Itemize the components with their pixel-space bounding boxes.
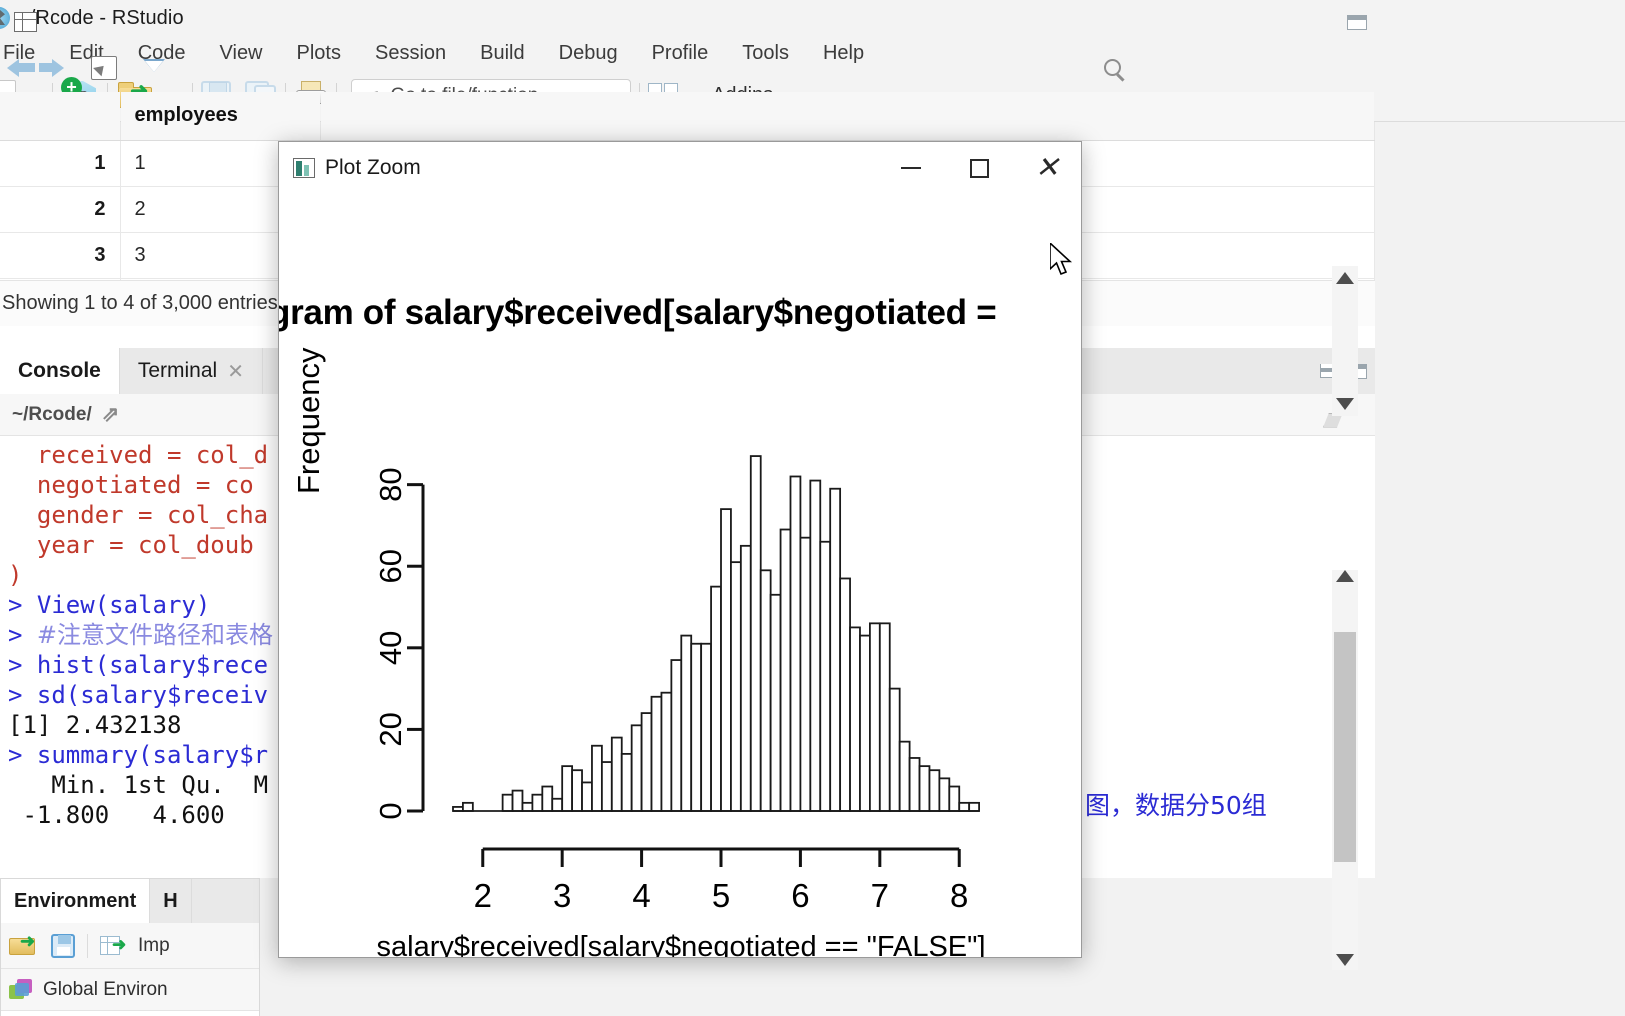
global-environment-label: Global Environ bbox=[43, 978, 168, 1000]
filter-funnel-icon[interactable] bbox=[142, 57, 166, 79]
plot-zoom-window[interactable]: Plot Zoom ✕ gram of salary$received[sala… bbox=[278, 141, 1082, 958]
environment-toolbar: ➜ ➜ Imp bbox=[1, 923, 259, 969]
close-icon[interactable]: ✕ bbox=[227, 359, 244, 384]
menu-tools[interactable]: Tools bbox=[725, 40, 806, 67]
scroll-down-icon[interactable] bbox=[1336, 398, 1354, 410]
rstudio-window: ~/Rcode - RStudio File Edit Code View Pl… bbox=[0, 0, 1625, 1016]
plot-zoom-canvas: gram of salary$received[salary$negotiate… bbox=[279, 194, 1081, 958]
menu-help[interactable]: Help bbox=[806, 40, 881, 67]
close-icon[interactable]: ✕ bbox=[1013, 142, 1081, 194]
tab-history[interactable]: H bbox=[150, 879, 192, 923]
import-label[interactable]: Imp bbox=[138, 935, 170, 957]
console-path: ~/Rcode/ bbox=[12, 403, 92, 425]
global-environment-selector[interactable]: Global Environ bbox=[1, 969, 259, 1011]
search-icon bbox=[1104, 59, 1121, 76]
scroll-up-icon[interactable] bbox=[1336, 272, 1354, 284]
console-scrollbar[interactable] bbox=[1332, 570, 1358, 970]
svg-text:0: 0 bbox=[373, 802, 408, 819]
plot-xlabel: salary$received[salary$negotiated == "FA… bbox=[376, 931, 986, 958]
title-bar: ~/Rcode - RStudio bbox=[0, 0, 1625, 36]
row-num: 2 bbox=[0, 186, 121, 233]
col-rownum[interactable] bbox=[0, 92, 121, 141]
tab-terminal-label: Terminal bbox=[137, 359, 218, 382]
plot-window-icon bbox=[293, 158, 315, 178]
environment-panel: Environment H ➜ ➜ Imp Global Environ Dat… bbox=[0, 878, 260, 1016]
svg-text:8: 8 bbox=[950, 877, 968, 914]
save-workspace-icon[interactable] bbox=[51, 933, 75, 958]
global-environment-icon bbox=[9, 978, 33, 1001]
scroll-up-icon[interactable] bbox=[1336, 570, 1354, 582]
menu-build[interactable]: Build bbox=[463, 40, 541, 67]
menu-plots[interactable]: Plots bbox=[280, 40, 358, 67]
scroll-down-icon[interactable] bbox=[1336, 954, 1354, 966]
popout-icon[interactable] bbox=[91, 55, 117, 80]
svg-text:2: 2 bbox=[474, 877, 492, 914]
plot-zoom-title: Plot Zoom bbox=[325, 156, 421, 179]
tab-console[interactable]: Console bbox=[0, 348, 120, 394]
forward-arrow-icon[interactable] bbox=[39, 58, 66, 77]
menu-profile[interactable]: Profile bbox=[635, 40, 726, 67]
col-employees[interactable]: employees bbox=[120, 92, 321, 141]
menu-view[interactable]: View bbox=[203, 40, 280, 67]
svg-text:20: 20 bbox=[373, 712, 408, 746]
plot-zoom-titlebar[interactable]: Plot Zoom ✕ bbox=[279, 142, 1081, 194]
svg-text:4: 4 bbox=[632, 877, 650, 914]
console-scroll-thumb[interactable] bbox=[1334, 632, 1356, 862]
maximize-pane-icon[interactable] bbox=[1347, 14, 1367, 30]
table-header-row: employees bbox=[0, 92, 1375, 141]
environment-section-data: Data bbox=[1, 1011, 259, 1016]
histogram-svg: 0 20 40 60 80 2 3 4 5 6 7 8 bbox=[373, 455, 980, 914]
svg-text:7: 7 bbox=[871, 877, 889, 914]
svg-text:5: 5 bbox=[712, 877, 730, 914]
console-overflow-text: 图，数据分50组 bbox=[1085, 791, 1267, 820]
svg-text:6: 6 bbox=[791, 877, 809, 914]
col-extra bbox=[320, 92, 1375, 141]
svg-text:60: 60 bbox=[373, 549, 408, 583]
tab-terminal[interactable]: Terminal ✕ bbox=[119, 348, 263, 394]
svg-text:80: 80 bbox=[373, 467, 408, 501]
import-dataset-icon[interactable]: ➜ bbox=[100, 935, 126, 956]
open-in-new-window-icon[interactable]: ⇗ bbox=[102, 402, 120, 427]
back-arrow-icon[interactable] bbox=[7, 58, 35, 77]
environment-tabs: Environment H bbox=[1, 879, 259, 923]
menu-session[interactable]: Session bbox=[358, 40, 463, 67]
menu-bar: File Edit Code View Plots Session Build … bbox=[0, 36, 1625, 70]
svg-text:40: 40 bbox=[373, 631, 408, 665]
open-workspace-icon[interactable]: ➜ bbox=[9, 932, 39, 958]
data-grid-icon bbox=[14, 12, 37, 32]
tab-environment[interactable]: Environment bbox=[1, 879, 151, 923]
svg-text:3: 3 bbox=[553, 877, 571, 914]
minimize-icon[interactable] bbox=[877, 142, 945, 194]
window-title: ~/Rcode - RStudio bbox=[18, 6, 184, 29]
menu-debug[interactable]: Debug bbox=[542, 40, 635, 67]
row-num: 3 bbox=[0, 232, 121, 279]
maximize-icon[interactable] bbox=[945, 142, 1013, 194]
data-viewer-scrollbar[interactable] bbox=[1332, 266, 1358, 416]
rstudio-logo-icon bbox=[0, 7, 10, 29]
row-num: 1 bbox=[0, 140, 121, 187]
